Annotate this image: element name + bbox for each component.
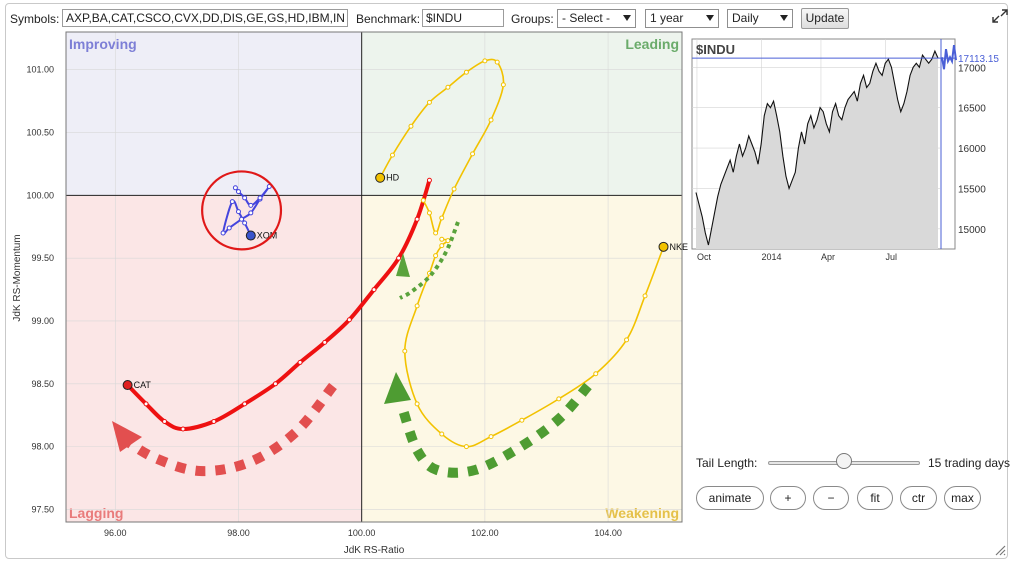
y-tick-label: 98.50 <box>31 379 54 389</box>
tail-point-cat <box>396 255 402 261</box>
tail-point-xom <box>235 209 241 215</box>
tail-point-hd <box>439 215 445 221</box>
series-label-cat: CAT <box>134 380 152 390</box>
quadrant-improving <box>66 32 362 196</box>
y-tick-label: 101.00 <box>26 65 54 75</box>
quadrant-lagging <box>66 195 362 523</box>
tail-point-xom <box>226 225 232 231</box>
tail-point-cat <box>346 317 352 323</box>
tail-point-nke <box>556 396 562 402</box>
tail-point-xom <box>220 230 226 236</box>
x-tick-label: 104.00 <box>594 528 622 538</box>
tail-point-hd <box>470 151 476 157</box>
head-marker-xom[interactable] <box>245 230 256 241</box>
tail-point-cat <box>211 418 217 424</box>
tail-length-slider-handle[interactable] <box>836 453 852 469</box>
tail-point-xom <box>257 195 263 201</box>
x-tick-label: 100.00 <box>348 528 376 538</box>
tail-point-nke <box>439 431 445 437</box>
series-label-hd: HD <box>386 173 399 183</box>
rrg-chart: Improving LeadingLagging Weakening 96.00 98… <box>12 31 689 556</box>
tail-point-hd <box>420 197 426 203</box>
tail-point-hd <box>426 99 432 105</box>
quadrant-label-weakening: Weakening <box>605 505 679 521</box>
tail-point-nke <box>463 444 469 450</box>
tail-point-nke <box>433 253 439 259</box>
y-tick-label: 98.00 <box>31 442 54 452</box>
head-marker-nke[interactable] <box>658 241 669 252</box>
tail-point-nke <box>439 243 445 249</box>
tail-point-hd <box>463 69 469 75</box>
tail-point-cat <box>242 401 248 407</box>
tail-point-hd <box>408 123 414 129</box>
tail-point-nke <box>519 417 525 423</box>
tail-point-hd <box>488 117 494 123</box>
tail-point-hd <box>445 84 451 90</box>
tail-point-cat <box>272 381 278 387</box>
tail-point-xom <box>242 195 248 201</box>
tail-point-xom <box>232 185 238 191</box>
head-marker-hd[interactable] <box>375 172 386 183</box>
tail-point-nke <box>642 293 648 299</box>
tail-point-nke <box>445 238 451 244</box>
y-tick-label: 100.50 <box>26 128 54 138</box>
x-tick-label: 102.00 <box>471 528 499 538</box>
tail-point-cat <box>414 216 420 222</box>
tail-point-cat <box>180 426 186 432</box>
tail-length-value: 15 trading days <box>928 456 1011 470</box>
head-marker-cat[interactable] <box>122 380 133 391</box>
x-axis-label: JdK RS-Ratio <box>344 545 405 556</box>
series-label-nke: NKE <box>670 242 689 252</box>
tail-point-cat <box>426 177 432 183</box>
y-axis-label: JdK RS-Momentum <box>12 234 23 321</box>
tail-point-hd <box>389 152 395 158</box>
tail-point-nke <box>593 371 599 377</box>
y-tick-label: 97.50 <box>31 504 54 514</box>
tail-point-xom <box>248 202 254 208</box>
zoom-out-button[interactable]: − <box>813 486 849 510</box>
tail-point-nke <box>402 348 408 354</box>
tail-point-xom <box>235 189 241 195</box>
zoom-in-button[interactable]: + <box>770 486 806 510</box>
tail-point-hd <box>451 186 457 192</box>
tail-point-hd <box>433 230 439 236</box>
resize-grip-icon[interactable] <box>994 544 1006 556</box>
max-button[interactable]: max <box>944 486 981 510</box>
tail-point-hd <box>494 59 500 65</box>
tail-length-label: Tail Length: <box>696 456 758 470</box>
quadrant-label-leading: Leading <box>625 36 679 52</box>
y-tick-label: 99.50 <box>31 253 54 263</box>
tail-point-hd <box>426 210 432 216</box>
tail-point-cat <box>371 287 377 293</box>
y-tick-label: 99.00 <box>31 316 54 326</box>
center-button[interactable]: ctr <box>900 486 937 510</box>
tail-point-xom <box>248 210 254 216</box>
tail-point-nke <box>624 337 630 343</box>
tail-point-nke <box>414 401 420 407</box>
tail-point-hd <box>500 82 506 88</box>
quadrant-leading <box>361 32 682 196</box>
tail-point-cat <box>322 339 328 345</box>
tail-point-cat <box>297 359 303 365</box>
tail-point-cat <box>162 418 168 424</box>
x-tick-label: 98.00 <box>227 528 250 538</box>
tail-point-xom <box>242 220 248 226</box>
tail-point-nke <box>414 303 420 309</box>
tail-point-nke <box>439 236 445 242</box>
y-tick-label: 100.00 <box>26 190 54 200</box>
fit-button[interactable]: fit <box>857 486 893 510</box>
tail-point-nke <box>488 434 494 440</box>
animate-button[interactable]: animate <box>696 486 764 510</box>
quadrant-weakening <box>361 195 682 523</box>
x-tick-label: 96.00 <box>104 528 127 538</box>
tail-point-xom <box>239 216 245 222</box>
tail-point-xom <box>229 199 235 205</box>
tail-point-hd <box>482 58 488 64</box>
quadrant-label-improving: Improving <box>69 36 137 52</box>
tail-point-cat <box>143 401 149 407</box>
